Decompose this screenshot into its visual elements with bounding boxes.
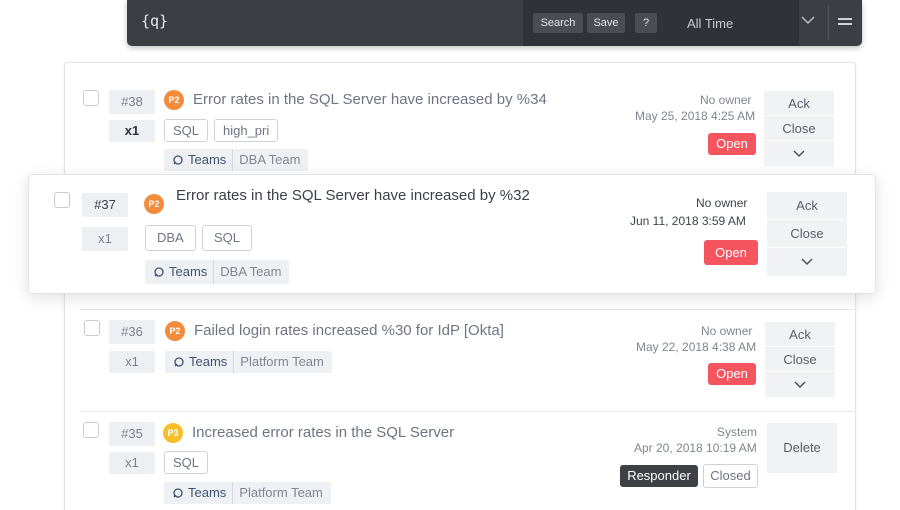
action-group: Delete [767, 423, 837, 473]
tag-chip[interactable]: SQL [164, 451, 209, 474]
priority-badge: P2 [164, 90, 184, 110]
close-button[interactable]: Close [765, 347, 835, 372]
team-key: Teams [188, 152, 227, 167]
tag-chip[interactable]: SQL [164, 119, 209, 142]
ack-button[interactable]: Ack [764, 91, 834, 116]
alert-title[interactable]: Increased error rates in the SQL Server [192, 424, 454, 441]
chevron-down-icon [801, 258, 813, 266]
alert-count: x1 [109, 351, 155, 373]
status-badge: Closed [703, 464, 758, 488]
alert-id: #37 [82, 193, 128, 217]
alert-date: Apr 20, 2018 10:19 AM [634, 441, 757, 455]
close-button[interactable]: Close [764, 116, 834, 141]
owner-label: No owner [700, 93, 752, 107]
alert-count: x1 [82, 227, 128, 251]
toolbar-divider [828, 6, 829, 40]
more-actions-button[interactable] [765, 372, 835, 397]
team-value: DBA Team [220, 264, 282, 279]
alert-date: May 25, 2018 4:25 AM [635, 109, 756, 123]
team-field: Teams DBA Team [164, 149, 309, 171]
tag-chip[interactable]: SQL [202, 225, 253, 251]
tag-chip[interactable]: high_pri [214, 119, 279, 142]
chevron-down-icon [793, 150, 805, 158]
top-search-bar: {q} Search Save ? All Time [127, 0, 862, 46]
alert-row-selected[interactable]: #37 x1 P2 Error rates in the SQL Server … [28, 174, 876, 294]
teams-icon [173, 155, 183, 165]
priority-badge: P2 [144, 194, 164, 214]
owner-label: No owner [696, 196, 748, 210]
action-group: Ack Close [764, 91, 834, 166]
time-range-select[interactable]: All Time [687, 16, 733, 31]
alert-count: x1 [109, 452, 155, 474]
row-divider [80, 411, 854, 412]
hamburger-icon[interactable] [838, 18, 852, 28]
alert-id: #38 [109, 90, 155, 114]
teams-icon [174, 357, 184, 367]
save-button[interactable]: Save [587, 13, 625, 33]
status-badge: Open [708, 363, 756, 385]
team-field: Teams DBA Team [145, 260, 290, 284]
alert-date: Jun 11, 2018 3:59 AM [630, 214, 746, 228]
row-checkbox[interactable] [84, 320, 100, 336]
status-badge: Open [708, 133, 756, 155]
owner-label: System [717, 425, 758, 439]
teams-icon [173, 488, 183, 498]
search-button[interactable]: Search [533, 13, 583, 33]
ack-button[interactable]: Ack [767, 192, 847, 220]
priority-badge: P3 [163, 423, 183, 443]
team-key: Teams [189, 354, 228, 369]
row-checkbox[interactable] [83, 90, 99, 106]
team-field: Teams Platform Team [164, 482, 331, 504]
more-actions-button[interactable] [764, 141, 834, 166]
alert-id: #36 [109, 320, 155, 344]
close-button[interactable]: Close [767, 220, 847, 248]
owner-label: No owner [701, 324, 753, 338]
help-button[interactable]: ? [635, 13, 657, 33]
query-icon[interactable]: {q} [141, 12, 168, 30]
team-value: DBA Team [239, 152, 301, 167]
alert-title[interactable]: Error rates in the SQL Server have incre… [176, 187, 530, 204]
tag-chip[interactable]: DBA [145, 225, 196, 251]
row-checkbox[interactable] [54, 192, 70, 208]
chevron-down-icon [794, 381, 806, 389]
alert-title[interactable]: Failed login rates increased %30 for IdP… [194, 322, 504, 339]
team-value: Platform Team [239, 485, 323, 500]
row-divider [80, 309, 854, 310]
search-toolbar: Search Save ? All Time [523, 0, 815, 46]
team-value: Platform Team [240, 354, 324, 369]
responder-badge: Responder [620, 465, 698, 487]
alert-count: x1 [109, 120, 155, 142]
team-key: Teams [169, 264, 208, 279]
delete-button[interactable]: Delete [767, 423, 837, 473]
row-checkbox[interactable] [83, 422, 99, 438]
alert-date: May 22, 2018 4:38 AM [636, 340, 757, 354]
action-group: Ack Close [765, 322, 835, 397]
status-badge: Open [704, 240, 758, 265]
priority-badge: P2 [165, 321, 185, 341]
teams-icon [154, 267, 164, 277]
alert-title[interactable]: Error rates in the SQL Server have incre… [193, 91, 547, 108]
alert-id: #35 [109, 422, 155, 446]
team-field: Teams Platform Team [165, 351, 332, 373]
chevron-down-icon[interactable] [801, 14, 815, 28]
more-actions-button[interactable] [767, 248, 847, 276]
ack-button[interactable]: Ack [765, 322, 835, 347]
action-group: Ack Close [767, 192, 847, 276]
team-key: Teams [188, 485, 227, 500]
